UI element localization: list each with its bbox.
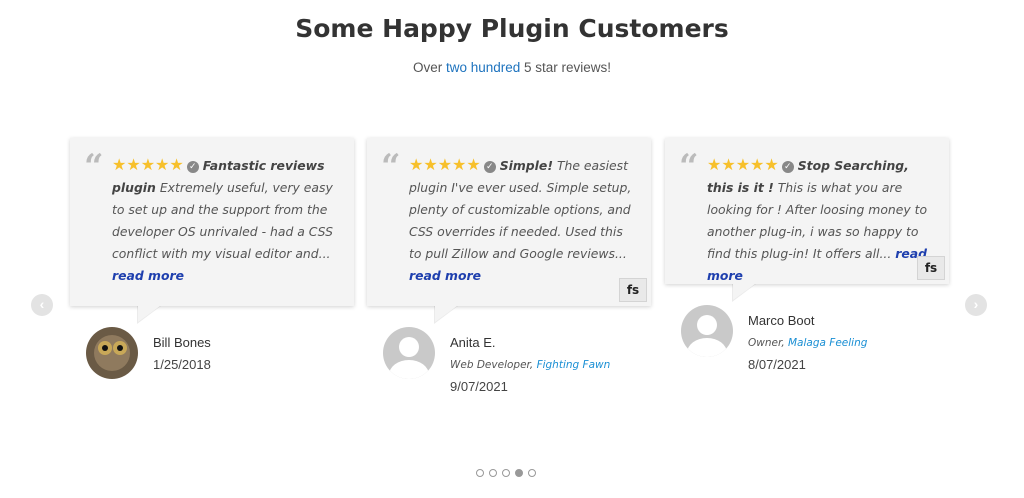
page-subtitle: Over two hundred 5 star reviews! [412,60,612,75]
review-body: ★★★★★ ✓ Stop Searching, this is it ! This … [707,154,931,287]
reviewer-name: Marco Boot [748,313,815,328]
reviewer-name: Bill Bones [153,335,211,350]
read-more-link[interactable]: read more [409,268,481,283]
freemius-logo-icon: fs [917,256,945,280]
verified-icon: ✓ [186,161,199,173]
subtitle-highlight: two hundred [445,60,521,75]
pagination-dot[interactable] [476,469,484,477]
pagination-dot[interactable] [528,469,536,477]
carousel-next-button[interactable]: › [965,294,987,316]
review-date: 9/07/2021 [450,379,508,394]
review-date: 1/25/2018 [153,357,211,372]
reviewer-name: Anita E. [450,335,496,350]
pagination-dot[interactable] [515,469,523,477]
star-rating: ★★★★★ [707,155,779,174]
review-body: ★★★★★ ✓ Fantastic reviews plugin Extremely… [112,154,336,287]
star-rating: ★★★★★ [112,155,184,174]
review-card-3: “ ★★★★★ ✓ Stop Searching, this is it ! Thi… [665,138,949,302]
default-user-icon [383,327,435,379]
quote-icon: “ [381,147,401,187]
verified-icon: ✓ [781,161,794,173]
carousel-pagination [476,469,536,477]
carousel-prev-button[interactable]: ‹ [31,294,53,316]
reviewer-avatar [86,327,138,379]
reviewer-role: Owner, Malaga Feeling [748,337,868,349]
quote-icon: “ [84,147,104,187]
read-more-link[interactable]: read more [112,268,184,283]
company-link[interactable]: Malaga Feeling [788,337,867,349]
review-card-2: “ ★★★★★ ✓ Simple! The easiest plugin I've … [367,138,651,324]
star-rating: ★★★★★ [409,155,481,174]
default-user-icon [681,305,733,357]
quote-icon: “ [679,147,699,187]
review-title: Simple! [499,158,553,173]
pagination-dot[interactable] [489,469,497,477]
review-body: ★★★★★ ✓ Simple! The easiest plugin I've ev… [409,154,633,287]
page-title: Some Happy Plugin Customers [295,14,729,43]
company-link[interactable]: Fighting Fawn [537,359,611,371]
pagination-dot[interactable] [502,469,510,477]
verified-icon: ✓ [483,161,496,173]
review-date: 8/07/2021 [748,357,806,372]
freemius-logo-icon: fs [619,278,647,302]
review-card-1: “ ★★★★★ ✓ Fantastic reviews plugin Extreme… [70,138,354,324]
reviewer-role: Web Developer, Fighting Fawn [450,359,611,371]
